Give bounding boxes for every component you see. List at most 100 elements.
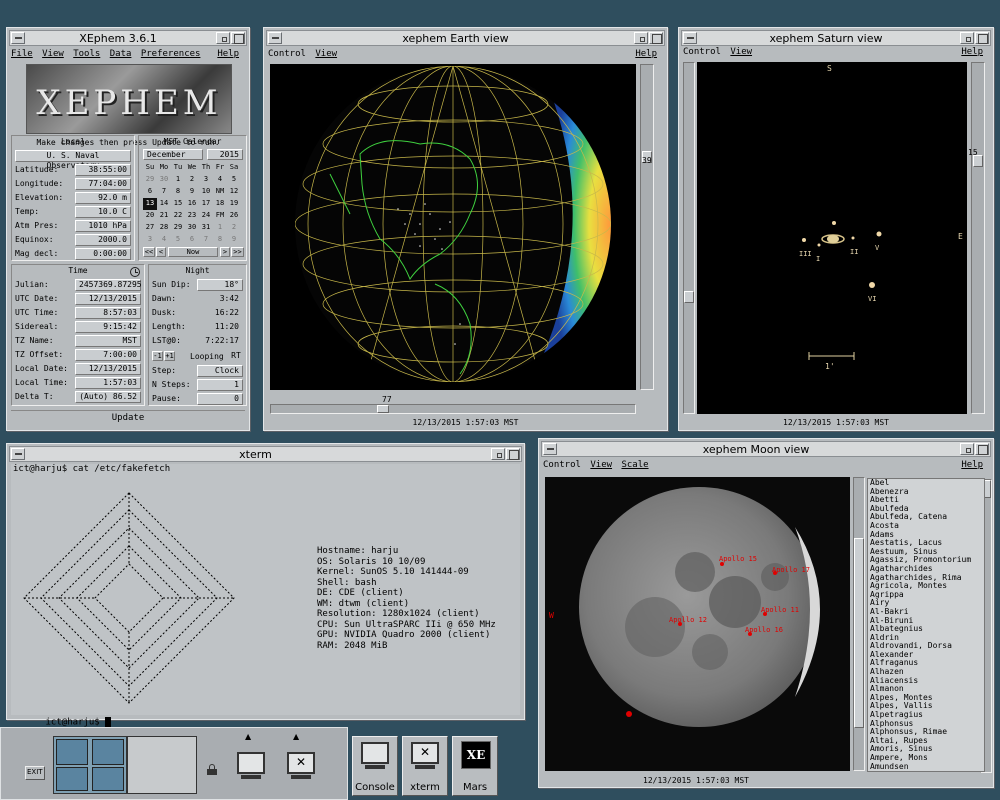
julian-field[interactable]: 2457369.87295 (75, 279, 142, 291)
menu-scale[interactable]: Scale (621, 460, 648, 470)
calendar-day[interactable]: 1 (171, 174, 185, 186)
calendar-day[interactable]: 24 (199, 210, 213, 222)
minimize-button[interactable] (960, 32, 974, 44)
maximize-button[interactable] (975, 443, 989, 455)
calendar-day[interactable]: 7 (199, 234, 213, 246)
calendar-day[interactable]: 29 (143, 174, 157, 186)
utc-time-field[interactable]: 8:57:03 (75, 307, 141, 319)
calendar-day[interactable]: NM (213, 186, 227, 198)
latitude-slider[interactable] (640, 64, 654, 390)
prev-month-button[interactable]: < (156, 247, 166, 257)
menu-control[interactable]: Control (683, 47, 721, 57)
calendar-day[interactable]: 5 (227, 174, 241, 186)
nsteps-field[interactable]: 1 (197, 379, 243, 391)
menu-tools[interactable]: Tools (73, 49, 100, 59)
xterm-titlebar[interactable]: xterm (9, 446, 522, 462)
slider-thumb[interactable] (854, 538, 864, 728)
calendar-day[interactable]: 20 (143, 210, 157, 222)
xephem-titlebar[interactable]: XEphem 3.6.1 (9, 30, 247, 46)
earth-titlebar[interactable]: xephem Earth view (266, 30, 665, 46)
maximize-button[interactable] (975, 32, 989, 44)
moon-titlebar[interactable]: xephem Moon view (541, 441, 991, 457)
pressure-field[interactable]: 1010 hPa (75, 220, 131, 232)
lunar-feature-list[interactable]: Abel Abenezra Abetti Abulfeda Abulfeda, Cate… (867, 478, 985, 772)
subpanel-arrow-1[interactable]: ▲ (245, 732, 251, 741)
menu-view[interactable]: View (42, 49, 64, 59)
maximize-button[interactable] (649, 32, 663, 44)
prev-year-button[interactable]: << (143, 247, 155, 257)
slider-thumb[interactable] (377, 405, 389, 413)
window-menu-button[interactable] (11, 32, 25, 44)
calendar-day[interactable]: 28 (157, 222, 171, 234)
minimize-button[interactable] (634, 32, 648, 44)
menu-preferences[interactable]: Preferences (141, 49, 201, 59)
calendar-day[interactable]: 19 (227, 198, 241, 210)
saturn-canvas[interactable]: S E III I II V VI 1' (697, 62, 967, 414)
calendar-day[interactable]: 10 (199, 186, 213, 198)
calendar-day[interactable]: 27 (143, 222, 157, 234)
console-launcher[interactable]: Console (352, 736, 398, 796)
elevation-field[interactable]: 92.0 m (75, 192, 131, 204)
sidereal-field[interactable]: 9:15:42 (75, 321, 141, 333)
menu-view[interactable]: View (730, 47, 752, 57)
calendar-day[interactable]: 4 (157, 234, 171, 246)
calendar-day[interactable]: 3 (199, 174, 213, 186)
menu-help[interactable]: Help (961, 460, 983, 470)
feature-list-item[interactable]: Amundsen (870, 762, 984, 771)
earth-canvas[interactable] (270, 64, 636, 390)
exit-button[interactable]: EXIT (25, 766, 45, 780)
menu-view[interactable]: View (315, 49, 337, 59)
saturn-zoom-slider[interactable] (971, 62, 985, 414)
pause-field[interactable]: 0 (197, 393, 243, 405)
calendar-day[interactable]: 30 (157, 174, 171, 186)
calendar-day[interactable]: 8 (213, 234, 227, 246)
menu-data[interactable]: Data (110, 49, 132, 59)
tz-offset-field[interactable]: 7:00:00 (75, 349, 141, 361)
calendar-day[interactable]: 9 (185, 186, 199, 198)
window-menu-button[interactable] (543, 443, 557, 455)
minimize-button[interactable] (960, 443, 974, 455)
workspace-2[interactable] (127, 736, 197, 794)
workspace-switcher[interactable] (53, 736, 127, 794)
calendar-day[interactable]: 6 (143, 186, 157, 198)
calendar-day[interactable]: 7 (157, 186, 171, 198)
minimize-button[interactable] (216, 32, 230, 44)
magdecl-field[interactable]: 0:00:00 (75, 248, 131, 260)
update-button[interactable]: Update (11, 410, 245, 426)
calendar-day[interactable]: 23 (185, 210, 199, 222)
saturn-scale-slider[interactable] (683, 62, 695, 414)
calendar-day[interactable]: 30 (185, 222, 199, 234)
calendar-day[interactable]: 12 (227, 186, 241, 198)
subpanel-arrow-2[interactable]: ▲ (293, 732, 299, 741)
step-field[interactable]: Clock (197, 365, 243, 377)
menu-file[interactable]: File (11, 49, 33, 59)
calendar-day[interactable]: 6 (185, 234, 199, 246)
delta-t-field[interactable]: (Auto) 86.52 (75, 391, 141, 403)
calendar-day[interactable]: 31 (199, 222, 213, 234)
calendar-day[interactable]: 22 (171, 210, 185, 222)
calendar-day[interactable]: 9 (227, 234, 241, 246)
rt-button[interactable]: RT (229, 351, 243, 360)
maximize-button[interactable] (231, 32, 245, 44)
calendar-day[interactable]: 15 (171, 198, 185, 210)
calendar-day[interactable]: 17 (199, 198, 213, 210)
utc-date-field[interactable]: 12/13/2015 (75, 293, 141, 305)
calendar-day[interactable]: 16 (185, 198, 199, 210)
moon-canvas[interactable]: W Apollo 15 Apollo 17 Apollo 11 Apollo 1… (545, 477, 850, 771)
clock-icon[interactable] (130, 267, 140, 277)
longitude-field[interactable]: 77:04:00 (75, 178, 131, 190)
moon-vertical-scrollbar[interactable] (853, 477, 865, 771)
calendar-day[interactable]: 5 (171, 234, 185, 246)
mars-launcher[interactable]: XE Mars (452, 736, 498, 796)
calendar-day[interactable]: 18 (213, 198, 227, 210)
lock-icon[interactable] (207, 764, 217, 775)
calendar-day[interactable]: 4 (213, 174, 227, 186)
calendar-day[interactable]: 21 (157, 210, 171, 222)
next-month-button[interactable]: > (220, 247, 230, 257)
menu-help[interactable]: Help (635, 49, 657, 59)
monitor-icon[interactable] (237, 752, 267, 782)
calendar-day[interactable]: 13 (143, 198, 157, 210)
sun-dip-field[interactable]: 18° (197, 279, 243, 291)
tz-name-field[interactable]: MST (75, 335, 141, 347)
menu-help[interactable]: Help (217, 49, 239, 59)
